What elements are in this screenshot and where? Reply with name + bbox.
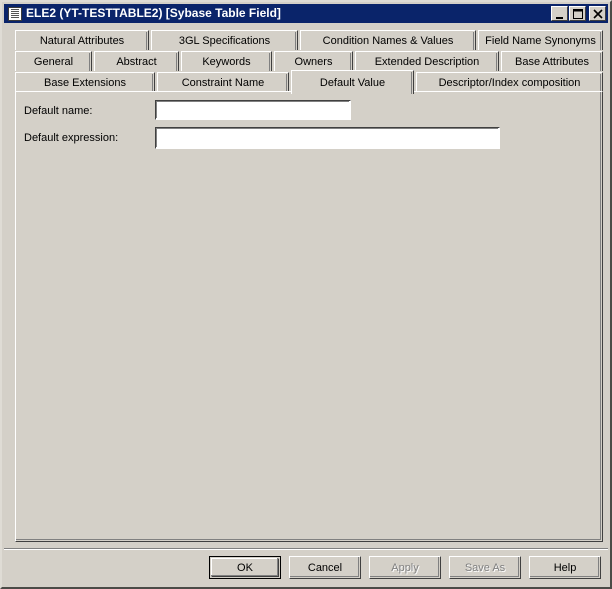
tab-label: Condition Names & Values bbox=[322, 34, 454, 47]
close-icon bbox=[593, 9, 603, 19]
tab-label: Extended Description bbox=[374, 55, 480, 68]
button-label: Apply bbox=[391, 561, 419, 574]
tab-field-name-synonyms[interactable]: Field Name Synonyms bbox=[478, 30, 603, 50]
tab-label: Base Attributes bbox=[515, 55, 589, 68]
help-button[interactable]: Help bbox=[529, 556, 601, 579]
table-field-icon bbox=[8, 6, 22, 21]
tab-edge bbox=[411, 72, 412, 94]
tab-label: Abstract bbox=[116, 55, 157, 68]
button-bar-separator bbox=[4, 548, 608, 550]
default-name-field[interactable] bbox=[155, 100, 351, 120]
tab-keywords[interactable]: Keywords bbox=[181, 51, 272, 71]
tab-label: Base Extensions bbox=[44, 76, 126, 89]
cancel-button[interactable]: Cancel bbox=[289, 556, 361, 579]
tab-label: Field Name Synonyms bbox=[485, 34, 596, 47]
tab-label: Default Value bbox=[319, 76, 386, 89]
button-label: Help bbox=[553, 561, 577, 574]
tab-edge bbox=[600, 53, 601, 71]
tab-edge bbox=[350, 53, 351, 71]
tab-label: Owners bbox=[294, 55, 333, 68]
tab-edge bbox=[496, 53, 497, 71]
tab-label: Descriptor/Index composition bbox=[438, 76, 581, 89]
tab-extended-description[interactable]: Extended Description bbox=[355, 51, 499, 71]
tab-edge bbox=[89, 53, 90, 71]
tab-descriptor-index-composition[interactable]: Descriptor/Index composition bbox=[416, 72, 603, 92]
tab-row-1: Natural Attributes 3GL Specifications Cond… bbox=[15, 30, 603, 51]
tab-abstract[interactable]: Abstract bbox=[94, 51, 179, 71]
tab-base-attributes[interactable]: Base Attributes bbox=[501, 51, 603, 71]
tab-base-extensions[interactable]: Base Extensions bbox=[15, 72, 155, 92]
default-expression-field[interactable] bbox=[155, 127, 500, 149]
tab-edge bbox=[152, 74, 153, 92]
tab-label: Keywords bbox=[202, 55, 251, 68]
tab-owners[interactable]: Owners bbox=[274, 51, 353, 71]
button-bar: OK Cancel Apply Save As Help bbox=[4, 548, 608, 587]
tab-default-value[interactable]: Default Value bbox=[291, 70, 414, 94]
tab-edge bbox=[600, 32, 601, 50]
maximize-icon bbox=[573, 9, 583, 19]
tab-strip: Natural Attributes 3GL Specifications Cond… bbox=[15, 30, 603, 94]
tab-edge bbox=[146, 32, 147, 50]
tab-label: Constraint Name bbox=[181, 76, 265, 89]
maximize-button[interactable] bbox=[569, 6, 586, 21]
default-expression-input[interactable] bbox=[158, 129, 496, 145]
ok-button[interactable]: OK bbox=[209, 556, 281, 579]
button-label: Save As bbox=[464, 561, 506, 574]
save-as-button: Save As bbox=[449, 556, 521, 579]
tab-general[interactable]: General bbox=[15, 51, 92, 71]
button-label: Cancel bbox=[307, 561, 343, 574]
panel-inner-edge bbox=[16, 92, 601, 540]
button-label: OK bbox=[237, 561, 253, 574]
tab-page-default-value: Default name: Default expression: bbox=[15, 91, 603, 542]
tab-edge bbox=[286, 74, 287, 92]
tab-row-3: Base Extensions Constraint Name Default Va… bbox=[15, 70, 603, 94]
tab-row-2: General Abstract Keywords Owners Extended De… bbox=[15, 51, 603, 72]
tab-condition-names-values[interactable]: Condition Names & Values bbox=[300, 30, 476, 50]
apply-button: Apply bbox=[369, 556, 441, 579]
tab-3gl-specifications[interactable]: 3GL Specifications bbox=[151, 30, 298, 50]
window-title: ELE2 (YT-TESTTABLE2) [Sybase Table Field… bbox=[26, 6, 281, 20]
close-button[interactable] bbox=[589, 6, 606, 21]
default-expression-label: Default expression: bbox=[24, 132, 119, 144]
tab-edge bbox=[600, 74, 601, 92]
tab-label: 3GL Specifications bbox=[178, 34, 271, 47]
tab-natural-attributes[interactable]: Natural Attributes bbox=[15, 30, 149, 50]
tab-label: Natural Attributes bbox=[39, 34, 125, 47]
minimize-button[interactable] bbox=[551, 6, 568, 21]
tab-edge bbox=[295, 32, 296, 50]
title-bar[interactable]: ELE2 (YT-TESTTABLE2) [Sybase Table Field… bbox=[4, 4, 608, 23]
tab-edge bbox=[269, 53, 270, 71]
tab-label: General bbox=[33, 55, 74, 68]
default-name-label: Default name: bbox=[24, 105, 93, 117]
default-name-input[interactable] bbox=[158, 102, 347, 116]
tab-edge bbox=[176, 53, 177, 71]
minimize-icon bbox=[556, 17, 563, 19]
dialog-window: ELE2 (YT-TESTTABLE2) [Sybase Table Field… bbox=[0, 0, 612, 589]
tab-edge bbox=[473, 32, 474, 50]
tab-constraint-name[interactable]: Constraint Name bbox=[157, 72, 289, 92]
